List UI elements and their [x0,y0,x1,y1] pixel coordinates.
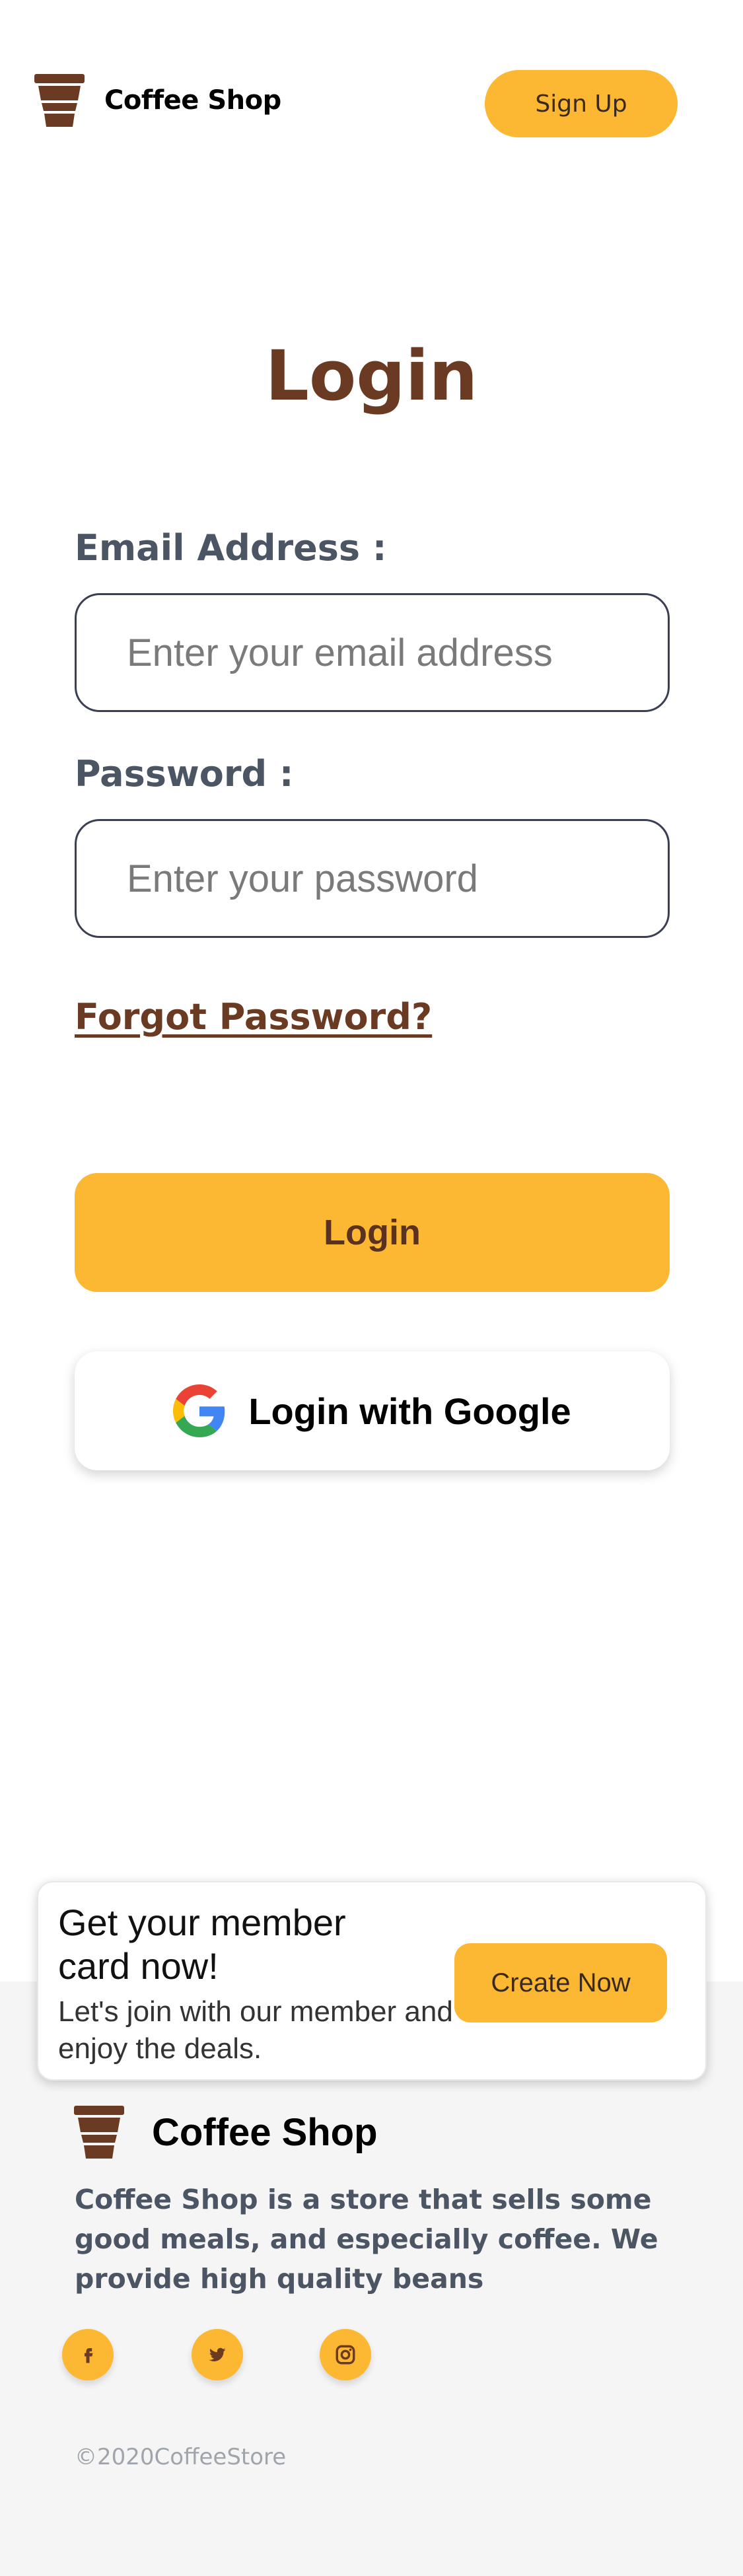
page-title: Login [265,336,478,416]
email-label: Email Address : [75,527,387,569]
facebook-icon [85,2348,93,2363]
facebook-link[interactable] [62,2329,114,2380]
member-card-banner: Get your member card now! Let's join wit… [37,1881,707,2081]
coffee-cup-icon [34,74,85,127]
login-button[interactable]: Login [75,1173,670,1292]
google-login-button[interactable]: Login with Google [75,1351,670,1470]
copyright-text: ©2020CoffeeStore [75,2444,287,2470]
instagram-link[interactable] [320,2329,371,2380]
password-field[interactable] [75,819,670,938]
password-label: Password : [75,753,294,795]
footer-brand-name: Coffee Shop [152,2110,378,2154]
google-icon [173,1384,225,1437]
email-field[interactable] [75,593,670,712]
instagram-icon [336,2345,355,2365]
member-card-subtitle: Let's join with our member and enjoy the… [58,1995,453,2065]
footer-description: Coffee Shop is a store that sells some g… [75,2184,658,2295]
signup-button[interactable]: Sign Up [485,70,678,137]
forgot-password-link[interactable]: Forgot Password? [75,996,432,1038]
brand-name: Coffee Shop [104,85,281,116]
footer-logo: Coffee Shop [74,2106,378,2159]
member-card-title: Get your member card now! [58,1902,346,1987]
header-logo[interactable]: Coffee Shop [34,74,281,127]
coffee-cup-icon [74,2106,124,2159]
create-now-button[interactable]: Create Now [454,1943,667,2022]
twitter-link[interactable] [192,2329,243,2380]
google-button-label: Login with Google [248,1390,571,1432]
twitter-icon [209,2347,226,2362]
